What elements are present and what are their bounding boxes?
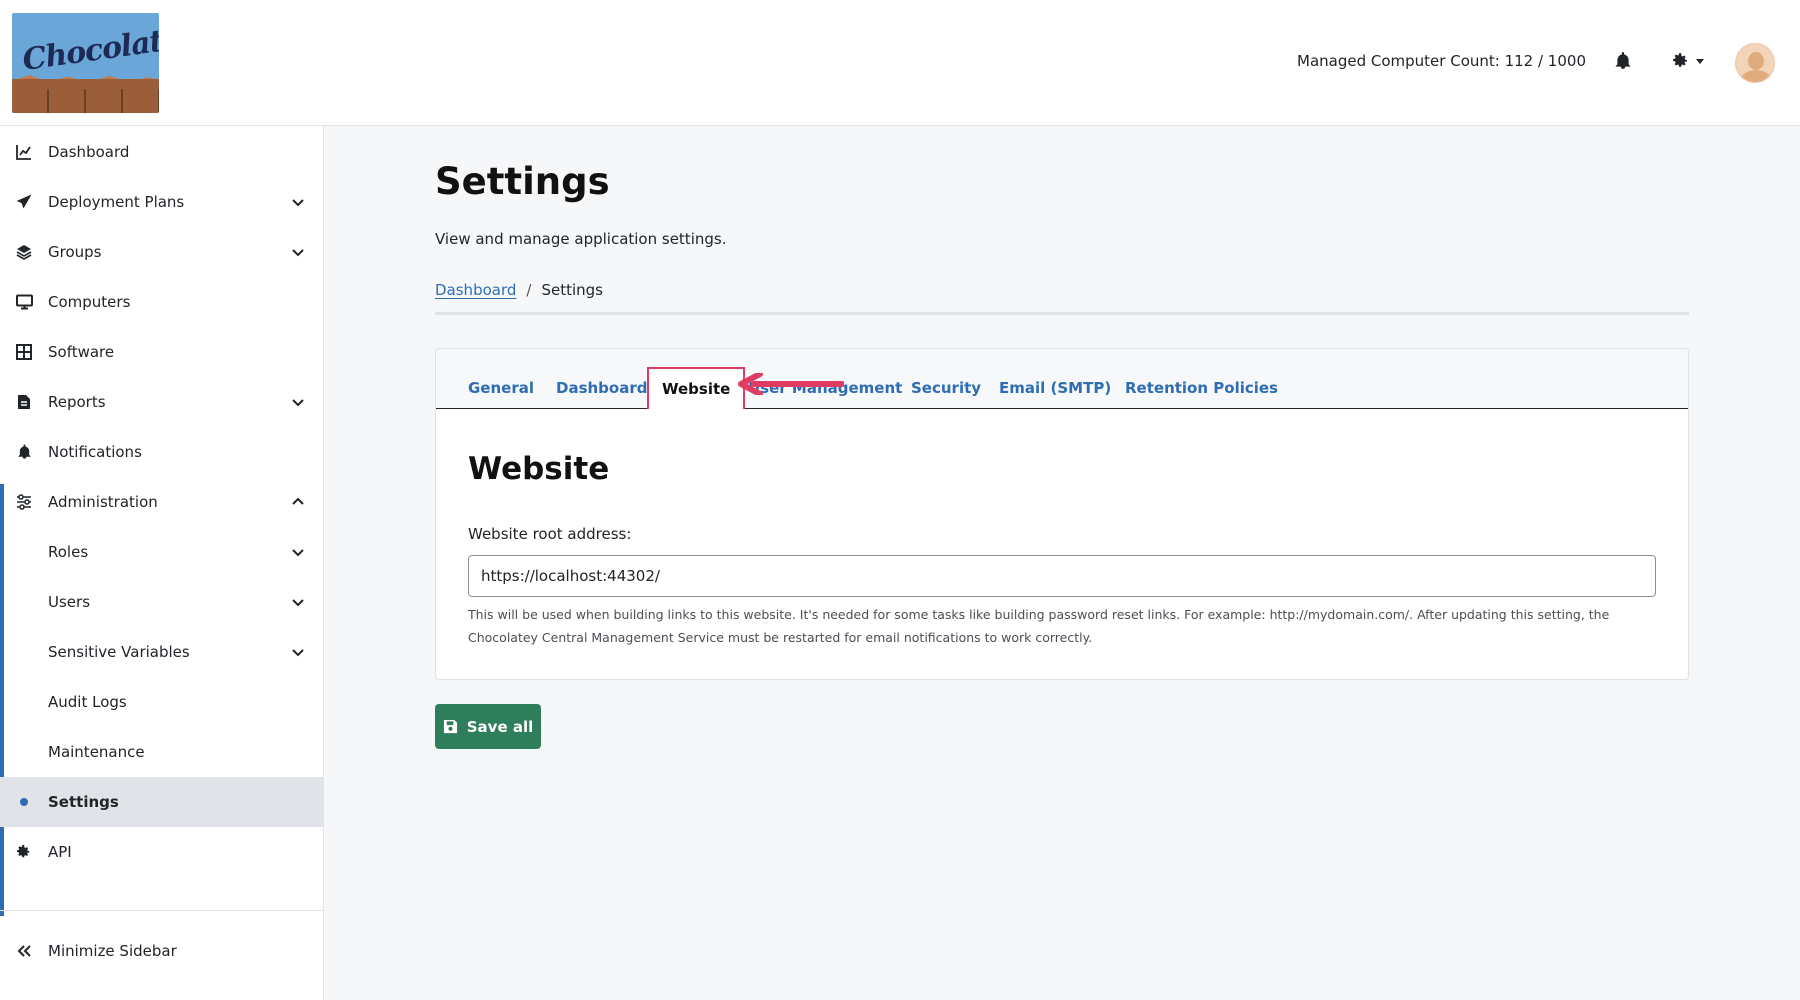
user-avatar[interactable] — [1735, 43, 1775, 83]
sidebar-item-software[interactable]: Software — [0, 327, 324, 377]
settings-dropdown[interactable] — [1672, 50, 1708, 72]
tab-retention-policies[interactable]: Retention Policies — [1125, 379, 1278, 397]
grid-icon — [15, 343, 33, 361]
sidebar-item-label: Maintenance — [48, 743, 145, 761]
breadcrumb-current: Settings — [541, 281, 603, 299]
sidebar-item-roles[interactable]: Roles — [0, 527, 324, 577]
chevron-down-icon — [290, 644, 306, 660]
chevron-down-icon — [290, 244, 306, 260]
managed-computer-count: Managed Computer Count: 112 / 1000 — [1297, 52, 1586, 70]
settings-tabs: General Dashboard Website User Managemen… — [436, 349, 1688, 409]
sidebar-item-deployment-plans[interactable]: Deployment Plans — [0, 177, 324, 227]
website-root-address-label: Website root address: — [468, 525, 632, 543]
chevron-down-icon — [290, 194, 306, 210]
breadcrumb-divider — [435, 312, 1689, 315]
sidebar-item-label: Users — [48, 593, 91, 611]
sidebar-item-api[interactable]: API — [0, 827, 324, 877]
tab-email-smtp[interactable]: Email (SMTP) — [999, 379, 1111, 397]
sidebar-item-administration[interactable]: Administration — [0, 477, 324, 527]
breadcrumb-separator: / — [526, 281, 532, 299]
sidebar-item-groups[interactable]: Groups — [0, 227, 324, 277]
logo-text: Chocolatey — [20, 18, 159, 79]
active-dot-icon — [15, 793, 33, 811]
annotation-arrow-icon — [738, 373, 844, 395]
chart-line-icon — [15, 143, 33, 161]
bell-icon — [15, 443, 33, 461]
settings-card: General Dashboard Website User Managemen… — [435, 348, 1689, 680]
tab-website[interactable]: Website — [647, 367, 746, 409]
top-header: Chocolatey Managed Computer Count: 112 /… — [0, 0, 1800, 126]
sidebar: Dashboard Deployment Plans Groups Comput… — [0, 126, 324, 1000]
paper-plane-icon — [15, 193, 33, 211]
logo-chocolate-segments — [12, 89, 159, 113]
sidebar-item-label: Groups — [48, 243, 102, 261]
sidebar-item-label: Computers — [48, 293, 131, 311]
chevron-up-icon — [290, 494, 306, 510]
sidebar-item-label: Sensitive Variables — [48, 643, 190, 661]
section-title: Website — [468, 451, 610, 487]
website-root-address-help: This will be used when building links to… — [468, 607, 1610, 645]
save-all-button[interactable]: Save all — [435, 704, 541, 749]
double-chevron-left-icon — [15, 942, 33, 960]
gear-icon — [1673, 53, 1687, 67]
sidebar-item-notifications[interactable]: Notifications — [0, 427, 324, 477]
sidebar-item-maintenance[interactable]: Maintenance — [0, 727, 324, 777]
breadcrumb-dashboard-link[interactable]: Dashboard — [435, 281, 516, 299]
sidebar-item-label: Software — [48, 343, 115, 361]
layers-icon — [15, 243, 33, 261]
chevron-down-icon — [290, 594, 306, 610]
desktop-icon — [15, 293, 33, 311]
page-subtitle: View and manage application settings. — [435, 230, 727, 248]
avatar-head — [1748, 52, 1764, 70]
chocolatey-logo[interactable]: Chocolatey — [12, 13, 159, 113]
save-all-label: Save all — [466, 717, 534, 736]
sidebar-item-label: Dashboard — [48, 143, 130, 161]
sidebar-item-computers[interactable]: Computers — [0, 277, 324, 327]
sidebar-item-label: Reports — [48, 393, 106, 411]
gear-icon — [15, 843, 33, 861]
website-root-address-input[interactable] — [468, 555, 1656, 597]
tab-dashboard[interactable]: Dashboard — [556, 379, 647, 397]
breadcrumb: Dashboard / Settings — [435, 281, 603, 299]
minimize-sidebar-button[interactable]: Minimize Sidebar — [0, 926, 324, 976]
page-title: Settings — [435, 160, 610, 203]
sidebar-divider — [0, 910, 324, 911]
sidebar-item-label: Settings — [48, 793, 119, 811]
sidebar-item-label: Administration — [48, 493, 158, 511]
sidebar-item-audit-logs[interactable]: Audit Logs — [0, 677, 324, 727]
sidebar-item-sensitive-variables[interactable]: Sensitive Variables — [0, 627, 324, 677]
tab-security[interactable]: Security — [911, 379, 981, 397]
sidebar-item-settings[interactable]: Settings — [0, 777, 324, 827]
sliders-icon — [15, 493, 33, 511]
sidebar-item-label: Audit Logs — [48, 693, 127, 711]
sidebar-item-dashboard[interactable]: Dashboard — [0, 127, 324, 177]
save-floppy-icon — [443, 719, 457, 734]
sidebar-item-users[interactable]: Users — [0, 577, 324, 627]
tab-general[interactable]: General — [468, 379, 534, 397]
chevron-down-icon — [1696, 58, 1704, 64]
chevron-down-icon — [290, 394, 306, 410]
notifications-bell-icon[interactable] — [1614, 52, 1632, 70]
minimize-sidebar-label: Minimize Sidebar — [48, 942, 177, 960]
report-file-icon — [15, 393, 33, 411]
chevron-down-icon — [290, 544, 306, 560]
sidebar-item-label: Deployment Plans — [48, 193, 185, 211]
avatar-body — [1741, 70, 1771, 82]
sidebar-item-label: Roles — [48, 543, 89, 561]
sidebar-item-label: API — [48, 843, 72, 861]
sidebar-item-label: Notifications — [48, 443, 142, 461]
sidebar-item-reports[interactable]: Reports — [0, 377, 324, 427]
